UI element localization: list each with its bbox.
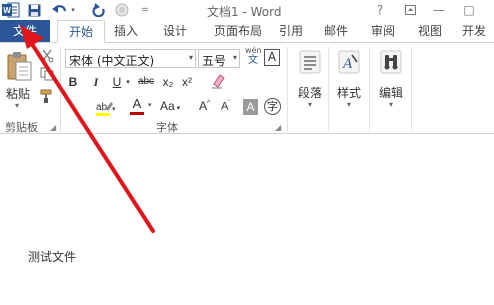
- group-divider: [60, 47, 61, 131]
- font-name-value: 宋体 (中文正文): [69, 54, 155, 68]
- group-divider: [287, 47, 288, 131]
- tab-mailings[interactable]: 邮件: [321, 20, 351, 42]
- clipboard-launcher-icon[interactable]: ◢: [50, 123, 56, 132]
- strikethrough-button[interactable]: abc: [137, 73, 155, 91]
- character-shading-button[interactable]: A: [243, 99, 258, 115]
- italic-button[interactable]: I: [89, 73, 103, 91]
- format-painter-icon[interactable]: [40, 89, 54, 103]
- paragraph-button[interactable]: 段落 ▾: [291, 48, 329, 118]
- styles-button[interactable]: A 样式 ▾: [330, 48, 368, 118]
- tab-review[interactable]: 审阅: [368, 20, 398, 42]
- tab-developer[interactable]: 开发: [462, 20, 494, 42]
- help-button[interactable]: ?: [372, 2, 388, 18]
- change-case-label: Aa: [160, 99, 175, 113]
- chevron-down-icon: ▾: [188, 53, 193, 62]
- chevron-down-icon[interactable]: ▾: [15, 101, 19, 110]
- tab-design[interactable]: 设计: [160, 20, 190, 42]
- chevron-down-icon: ▾: [388, 100, 393, 109]
- chevron-down-icon: ▾: [307, 100, 312, 109]
- styles-label: 样式: [336, 86, 361, 100]
- text-highlight-button[interactable]: ab ▾: [95, 99, 117, 117]
- undo-icon[interactable]: [52, 2, 68, 18]
- window-title: 文档1 - Word: [207, 5, 282, 19]
- superscript-button[interactable]: x²: [180, 73, 194, 91]
- chevron-down-icon[interactable]: ▾: [124, 73, 132, 91]
- chevron-down-icon: ▾: [112, 105, 116, 113]
- undo-dropdown-icon[interactable]: ▾: [69, 2, 77, 18]
- document-canvas[interactable]: 测试文件: [0, 135, 494, 305]
- svg-text:W: W: [3, 6, 11, 15]
- copy-icon[interactable]: [40, 67, 54, 81]
- redo-icon[interactable]: [92, 2, 106, 18]
- shrink-font-button[interactable]: Aˇ: [221, 100, 231, 113]
- cut-icon[interactable]: [40, 49, 54, 63]
- word-logo-icon[interactable]: W: [2, 2, 20, 18]
- caret-up-icon: ^: [207, 100, 211, 107]
- font-color-button[interactable]: A ▾: [128, 96, 152, 117]
- tab-page-layout[interactable]: 页面布局: [208, 20, 268, 42]
- document-text[interactable]: 测试文件: [28, 248, 76, 265]
- title-bar: W ▾ = 文档1 - Word ? — □: [0, 0, 494, 20]
- paragraph-icon: [299, 50, 321, 74]
- editing-button[interactable]: 编辑 ▾: [372, 48, 410, 118]
- chevron-down-icon: ▾: [232, 53, 237, 62]
- subscript-button[interactable]: x₂: [161, 73, 175, 91]
- styles-icon: A: [338, 50, 360, 74]
- tab-home[interactable]: 开始: [57, 20, 105, 43]
- chevron-down-icon: ▾: [148, 101, 152, 109]
- customize-toolbar-icon[interactable]: =: [140, 2, 150, 18]
- minimize-button[interactable]: —: [431, 2, 447, 18]
- font-color-bar: [130, 112, 144, 115]
- tab-view[interactable]: 视图: [415, 20, 445, 42]
- chevron-down-icon: ▾: [346, 100, 351, 109]
- font-launcher-icon[interactable]: ◢: [275, 123, 281, 132]
- group-divider: [369, 47, 370, 131]
- tab-insert[interactable]: 插入: [111, 20, 141, 42]
- font-size-dropdown[interactable]: 五号 ▾: [198, 49, 240, 68]
- underline-button[interactable]: U: [110, 73, 124, 91]
- chevron-down-icon: ▾: [174, 105, 181, 112]
- phonetic-guide-button[interactable]: wén 文: [245, 46, 262, 68]
- phonetic-bottom-label: 文: [248, 55, 258, 66]
- enclose-characters-button[interactable]: 字: [264, 98, 281, 115]
- tab-file[interactable]: 文件: [0, 20, 50, 42]
- clear-formatting-icon[interactable]: [210, 72, 226, 90]
- bold-button[interactable]: B: [66, 73, 80, 91]
- group-divider: [411, 47, 412, 131]
- highlight-icon: ab: [96, 102, 108, 113]
- clipboard-group-label: 剪贴板: [5, 121, 38, 134]
- change-case-button[interactable]: Aa ▾: [160, 99, 180, 113]
- grow-font-label: A: [199, 99, 208, 113]
- save-icon[interactable]: [27, 2, 41, 18]
- character-border-button[interactable]: A: [264, 49, 280, 66]
- tab-references[interactable]: 引用: [276, 20, 306, 42]
- paste-icon: [7, 52, 32, 81]
- paragraph-label: 段落: [297, 86, 322, 100]
- font-name-dropdown[interactable]: 宋体 (中文正文) ▾: [65, 49, 196, 68]
- paste-label: 粘贴: [6, 87, 31, 101]
- font-group-label: 字体: [156, 121, 178, 134]
- binoculars-icon: [380, 50, 402, 74]
- paste-button[interactable]: 粘贴 ▾: [3, 47, 37, 110]
- caret-down-icon: ˇ: [228, 100, 231, 107]
- editing-label: 编辑: [378, 86, 403, 100]
- circle-icon[interactable]: [115, 2, 129, 18]
- ribbon-tab-bar: 文件 开始 插入 设计 页面布局 引用 邮件 审阅 视图 开发: [0, 20, 494, 43]
- maximize-button[interactable]: □: [461, 2, 477, 18]
- grow-font-button[interactable]: A^: [199, 99, 210, 113]
- ribbon-display-options-icon[interactable]: [402, 2, 418, 18]
- font-color-letter: A: [132, 96, 142, 111]
- font-size-value: 五号: [202, 54, 227, 68]
- ribbon-home: 粘贴 ▾ 剪贴板 ◢ 宋体 (中文正文) ▾ 五号 ▾ wén 文 A B I …: [0, 42, 494, 134]
- group-divider: [328, 47, 329, 131]
- svg-text:A: A: [342, 56, 353, 72]
